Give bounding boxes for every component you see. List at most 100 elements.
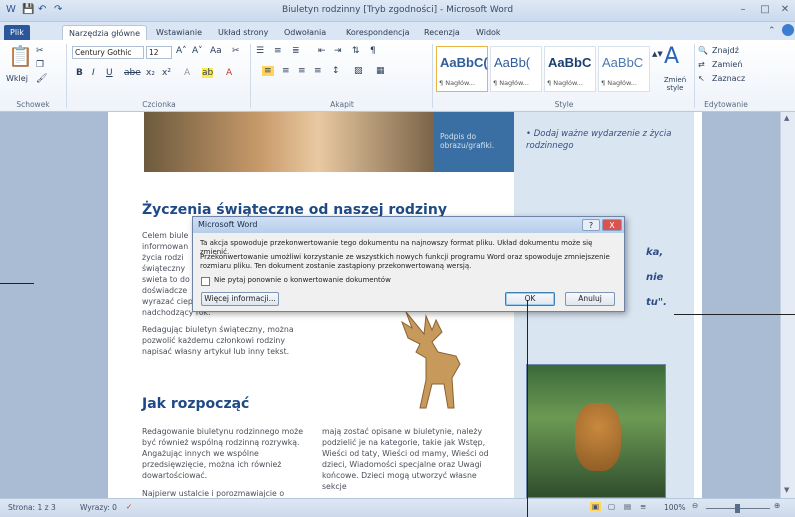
change-styles-label[interactable]: Zmień style	[660, 76, 690, 92]
justify-icon[interactable]: ≡	[314, 66, 322, 76]
tab-view[interactable]: Widok	[470, 25, 507, 40]
maximize-icon[interactable]: □	[754, 2, 776, 18]
callout-line-bottom	[527, 300, 528, 517]
ribbon: 📋 Wklej ✂ ❐ 🖌 Schowek Century Gothic 12 …	[0, 40, 795, 112]
tab-mailings[interactable]: Korespondencja	[340, 25, 416, 40]
zoom-out-icon[interactable]: ⊖	[692, 501, 698, 510]
minimize-icon[interactable]: –	[732, 2, 754, 18]
web-layout-view-icon[interactable]: ▤	[624, 502, 631, 511]
paste-icon[interactable]: 📋	[8, 44, 33, 68]
scroll-down-icon[interactable]: ▼	[784, 486, 789, 494]
tab-insert[interactable]: Wstawianie	[150, 25, 208, 40]
replace-button[interactable]: Zamień	[712, 60, 742, 69]
dialog-help-button[interactable]: ?	[582, 219, 600, 231]
sidebar-bullet-text: Dodaj ważne wydarzenie z życia rodzinneg…	[526, 129, 672, 151]
scroll-up-icon[interactable]: ▲	[784, 114, 789, 122]
superscript-icon[interactable]: x²	[162, 68, 171, 78]
page-count-status[interactable]: Strona: 1 z 3	[8, 503, 56, 512]
tab-file[interactable]: Plik	[4, 25, 30, 40]
style-sample: AaBbC	[548, 55, 592, 70]
dont-ask-label[interactable]: Nie pytaj ponownie o konwertowanie dokum…	[214, 276, 391, 284]
find-button[interactable]: Znajdź	[712, 46, 739, 55]
callout-line-left	[0, 283, 34, 284]
bold-icon[interactable]: B	[76, 68, 83, 78]
grow-font-icon[interactable]: A˄	[176, 46, 187, 56]
shading-icon[interactable]: ▨	[354, 66, 363, 76]
word-count-status[interactable]: Wyrazy: 0	[80, 503, 117, 512]
strikethrough-icon[interactable]: abe	[124, 68, 141, 78]
multilevel-list-icon[interactable]: ≣	[292, 46, 300, 56]
tab-references[interactable]: Odwołania	[278, 25, 332, 40]
vertical-scrollbar[interactable]: ▲ ▼	[780, 112, 795, 498]
tab-home[interactable]: Narzędzia główne	[62, 25, 148, 40]
style-name: ¶ Nagłów...	[493, 79, 529, 87]
paste-label[interactable]: Wklej	[6, 74, 28, 83]
close-icon[interactable]: ✕	[774, 2, 795, 18]
text-effects-icon[interactable]: A	[184, 68, 190, 78]
outline-view-icon[interactable]: ≡	[640, 502, 646, 511]
font-name-combo[interactable]: Century Gothic	[72, 46, 144, 59]
tab-review[interactable]: Recenzja	[418, 25, 466, 40]
align-left-icon[interactable]: ≡	[262, 66, 274, 76]
editing-group-label: Edytowanie	[704, 100, 748, 109]
full-screen-view-icon[interactable]: ▢	[608, 502, 615, 511]
callout-line-right	[674, 314, 795, 315]
style-heading-3[interactable]: AaBbC ¶ Nagłów...	[544, 46, 596, 92]
print-layout-view-icon[interactable]: ▣	[590, 502, 602, 511]
zoom-in-icon[interactable]: ⊕	[774, 501, 780, 510]
cancel-button[interactable]: Anuluj	[565, 292, 615, 306]
minimize-ribbon-icon[interactable]: ⌃	[768, 26, 776, 36]
font-color-icon[interactable]: A	[226, 68, 232, 78]
shrink-font-icon[interactable]: A˅	[192, 46, 203, 56]
help-icon[interactable]	[782, 24, 794, 36]
line-spacing-icon[interactable]: ↕	[332, 66, 340, 76]
decrease-indent-icon[interactable]: ⇤	[318, 46, 326, 56]
zoom-slider-thumb[interactable]	[735, 504, 740, 513]
proofing-icon[interactable]: ✓	[126, 502, 132, 511]
title-bar: W 💾 ↶ ↷ Biuletyn rodzinny [Tryb zgodnośc…	[0, 0, 795, 22]
style-heading-1[interactable]: AaBbC( ¶ Nagłów...	[436, 46, 488, 92]
borders-icon[interactable]: ▦	[376, 66, 385, 76]
change-case-icon[interactable]: Aa	[210, 46, 222, 56]
sort-icon[interactable]: ⇅	[352, 46, 360, 56]
subscript-icon[interactable]: x₂	[146, 68, 155, 78]
align-center-icon[interactable]: ≡	[282, 66, 290, 76]
ok-button[interactable]: OK	[505, 292, 555, 306]
change-styles-icon[interactable]: A	[664, 44, 679, 69]
underline-icon[interactable]: U	[106, 68, 113, 78]
style-heading-4[interactable]: AaBbC ¶ Nagłów...	[598, 46, 650, 92]
more-info-button[interactable]: Więcej informacji...	[201, 292, 279, 306]
show-marks-icon[interactable]: ¶	[370, 46, 376, 56]
replace-icon[interactable]: ⇄	[698, 60, 705, 69]
italic-icon[interactable]: I	[92, 68, 95, 78]
puppy-shape	[575, 403, 621, 471]
font-size-combo[interactable]: 12	[146, 46, 172, 59]
sidebar-bullet: • Dodaj ważne wydarzenie z życia rodzinn…	[526, 129, 672, 151]
style-heading-2[interactable]: AaBb( ¶ Nagłów...	[490, 46, 542, 92]
style-sample: AaBb(	[494, 55, 531, 70]
tab-page-layout[interactable]: Układ strony	[212, 25, 274, 40]
select-icon[interactable]: ↖	[698, 74, 705, 83]
cut-icon[interactable]: ✂	[36, 46, 44, 56]
highlight-icon[interactable]: ab	[202, 68, 214, 78]
format-painter-icon[interactable]: 🖌	[36, 74, 47, 84]
zoom-level[interactable]: 100%	[664, 503, 685, 512]
quote-fragment: nie	[646, 272, 664, 283]
bullets-icon[interactable]: ☰	[256, 46, 264, 56]
dialog-message-2: Przekonwertowanie umożliwi korzystanie z…	[200, 253, 610, 270]
find-icon[interactable]: 🔍	[698, 46, 708, 55]
reindeer-illustration	[401, 311, 461, 409]
select-button[interactable]: Zaznacz	[712, 74, 745, 83]
clear-format-icon[interactable]: ✂	[232, 46, 240, 56]
styles-scroll-icon[interactable]: ▲▼	[652, 50, 663, 58]
increase-indent-icon[interactable]: ⇥	[334, 46, 342, 56]
divider	[694, 44, 695, 108]
numbering-icon[interactable]: ≡	[274, 46, 282, 56]
copy-icon[interactable]: ❐	[36, 60, 44, 70]
paragraph-2: Redagując biuletyn świąteczny, można poz…	[142, 325, 294, 356]
style-name: ¶ Nagłów...	[439, 79, 475, 87]
align-right-icon[interactable]: ≡	[298, 66, 306, 76]
dont-ask-checkbox[interactable]	[201, 277, 210, 286]
dialog-close-button[interactable]: X	[602, 219, 622, 231]
divider	[432, 44, 433, 108]
